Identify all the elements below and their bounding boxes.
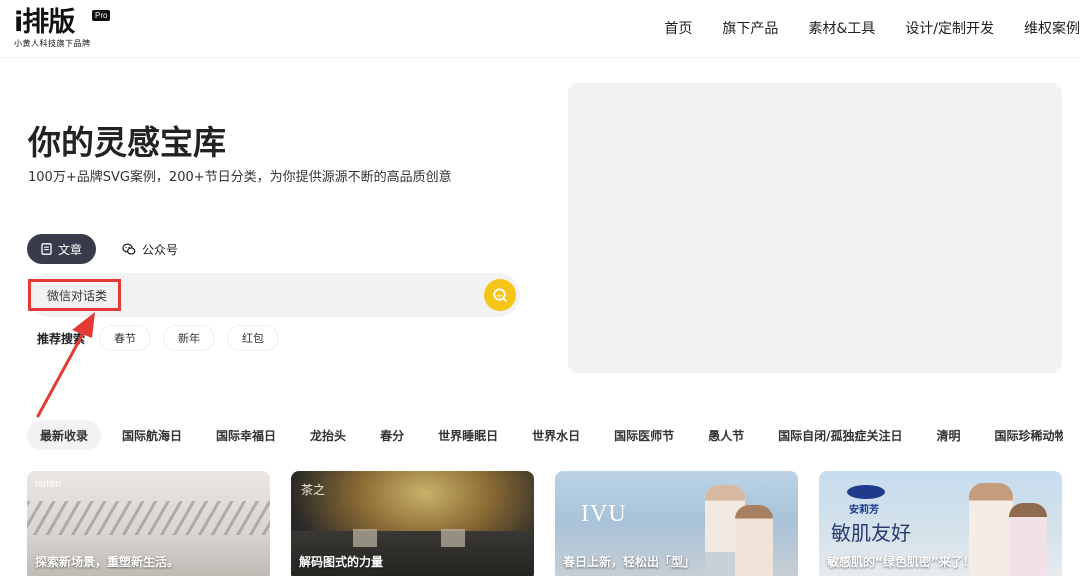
tab-article-label: 文章	[58, 242, 83, 257]
category-item[interactable]: 国际珍稀动物保护日	[982, 420, 1063, 450]
recommend-tag[interactable]: 红包	[227, 325, 280, 351]
card-pattern	[27, 501, 270, 535]
nav-products[interactable]: 旗下产品	[722, 18, 778, 38]
card-display-case	[353, 529, 377, 547]
nav-materials[interactable]: 素材&工具	[808, 18, 875, 38]
case-card[interactable]: 安莉芳 敏肌友好 敏感肌的“绿色肌密”来了！	[819, 471, 1062, 576]
category-bar: 最新收录 国际航海日 国际幸福日 龙抬头 春分 世界睡眠日 世界水日 国际医师节…	[27, 420, 1063, 450]
logo-text: i排版	[14, 7, 75, 38]
search-type-tabs: 文章 公众号	[27, 234, 192, 264]
category-item[interactable]: 清明	[924, 420, 974, 450]
search-button[interactable]	[484, 279, 516, 311]
category-item[interactable]: 愚人节	[695, 420, 757, 450]
card-title: 敏感肌的“绿色肌密”来了！	[827, 555, 975, 569]
hero-title: 你的灵感宝库	[28, 123, 226, 162]
category-item[interactable]: 最新收录	[27, 420, 102, 450]
card-logo-oval	[847, 485, 885, 499]
tab-official-account-label: 公众号	[142, 242, 179, 257]
category-item[interactable]: 世界睡眠日	[425, 420, 511, 450]
case-cards: laifen 探索新场景，重塑新生活。 茶之 解码图式的力量 IVU 春日上新，…	[27, 471, 1063, 576]
recommend-label: 推荐搜索	[37, 331, 86, 346]
nav-design[interactable]: 设计/定制开发	[905, 18, 994, 38]
category-item[interactable]: 世界水日	[519, 420, 593, 450]
top-header: i排版 Pro 小黄人科技旗下品牌 首页 旗下产品 素材&工具 设计/定制开发 …	[0, 0, 1080, 58]
card-title: 探索新场景，重塑新生活。	[35, 555, 180, 569]
tab-official-account[interactable]: 公众号	[108, 234, 192, 264]
hero-banner-image[interactable]	[568, 83, 1062, 373]
recommend-tag[interactable]: 新年	[163, 325, 216, 351]
card-display-case	[441, 529, 465, 547]
case-card[interactable]: IVU 春日上新，轻松出「型」	[555, 471, 798, 576]
search-highlight-box	[28, 279, 121, 311]
site-logo[interactable]: i排版 Pro 小黄人科技旗下品牌	[14, 7, 111, 49]
case-card[interactable]: 茶之 解码图式的力量	[291, 471, 534, 576]
tab-article[interactable]: 文章	[27, 234, 97, 264]
category-item[interactable]: 春分	[367, 420, 417, 450]
search-icon	[493, 288, 507, 302]
card-person	[735, 505, 773, 576]
hero-subtitle: 100万+品牌SVG案例，200+节日分类，为你提供源源不断的高品质创意	[28, 170, 452, 185]
card-brand: 安莉芳	[849, 505, 879, 516]
card-person	[1009, 503, 1047, 576]
card-brand: laifen	[35, 478, 62, 490]
document-icon	[41, 243, 52, 255]
card-brand: 茶之	[301, 483, 326, 497]
card-title: 春日上新，轻松出「型」	[563, 555, 696, 569]
category-item[interactable]: 国际医师节	[601, 420, 687, 450]
logo-pro-badge: Pro	[92, 10, 111, 21]
card-title: 解码图式的力量	[299, 555, 384, 569]
wechat-icon	[122, 242, 136, 255]
category-item[interactable]: 国际航海日	[109, 420, 195, 450]
case-card[interactable]: laifen 探索新场景，重塑新生活。	[27, 471, 270, 576]
nav-rights[interactable]: 维权案例	[1024, 18, 1080, 38]
card-brand: IVU	[581, 501, 627, 527]
card-overlay-text: 敏肌友好	[831, 521, 911, 545]
recommend-tag[interactable]: 春节	[99, 325, 152, 351]
nav-home[interactable]: 首页	[664, 18, 692, 38]
category-item[interactable]: 龙抬头	[297, 420, 359, 450]
category-item[interactable]: 国际自闭/孤独症关注日	[765, 420, 915, 450]
card-person	[969, 483, 1013, 576]
logo-subtitle: 小黄人科技旗下品牌	[14, 39, 91, 48]
main-nav: 首页 旗下产品 素材&工具 设计/定制开发 维权案例	[634, 18, 1080, 38]
recommend-searches: 推荐搜索 春节 新年 红包	[37, 325, 291, 351]
category-item[interactable]: 国际幸福日	[203, 420, 289, 450]
